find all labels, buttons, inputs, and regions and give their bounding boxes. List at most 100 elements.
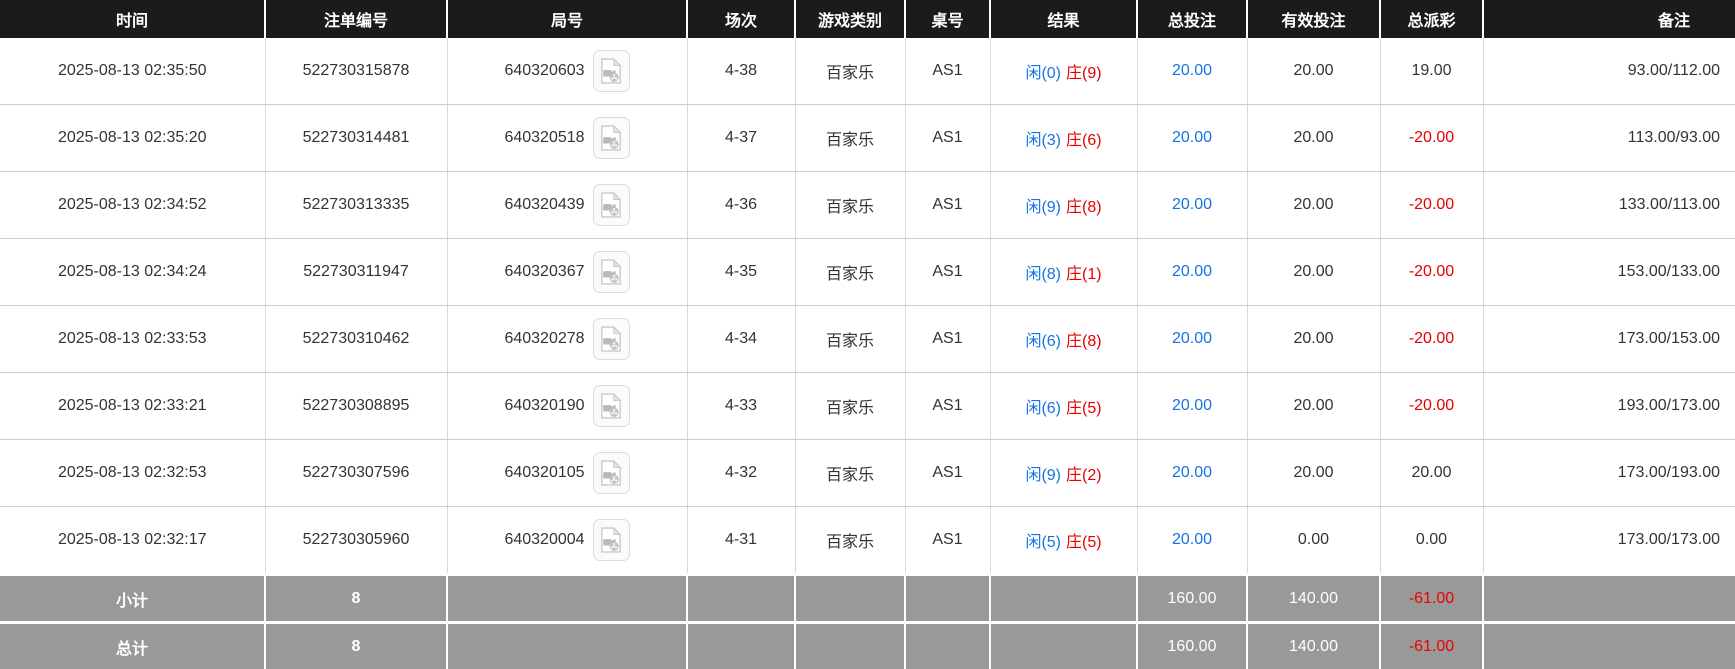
total-bet-link[interactable]: 20.00 xyxy=(1172,464,1212,481)
video-replay-button[interactable] xyxy=(593,519,630,561)
table-row: 2025-08-13 02:35:50 522730315878 6403206… xyxy=(0,38,1735,105)
video-replay-button[interactable] xyxy=(593,251,630,293)
header-result: 结果 xyxy=(990,0,1137,38)
cell-bet-number: 522730313335 xyxy=(265,172,447,239)
cell-valid-bet: 20.00 xyxy=(1247,306,1380,373)
game-number-text: 640320190 xyxy=(504,397,584,415)
total-bet-link[interactable]: 20.00 xyxy=(1172,129,1212,146)
video-file-icon xyxy=(600,58,622,84)
cell-time: 2025-08-13 02:34:52 xyxy=(0,172,265,239)
total-bet-link[interactable]: 20.00 xyxy=(1172,531,1212,548)
cell-total-bet: 20.00 xyxy=(1137,306,1247,373)
cell-session: 4-32 xyxy=(687,440,795,507)
result-player: 闲(9) xyxy=(1025,467,1061,484)
cell-valid-bet: 20.00 xyxy=(1247,38,1380,105)
subtotal-empty-cell xyxy=(990,575,1137,623)
result-banker: 庄(1) xyxy=(1066,266,1102,283)
cell-payout: 19.00 xyxy=(1380,38,1483,105)
total-bet-link[interactable]: 20.00 xyxy=(1172,196,1212,213)
cell-table-number: AS1 xyxy=(905,172,990,239)
header-game-type: 游戏类别 xyxy=(795,0,905,38)
video-replay-button[interactable] xyxy=(593,385,630,427)
cell-game-number: 640320518 xyxy=(447,105,687,172)
video-replay-button[interactable] xyxy=(593,452,630,494)
total-payout: -61.00 xyxy=(1380,623,1483,669)
header-payout: 总派彩 xyxy=(1380,0,1483,38)
total-bet-link[interactable]: 20.00 xyxy=(1172,330,1212,347)
cell-game-number: 640320278 xyxy=(447,306,687,373)
table-row: 2025-08-13 02:33:21 522730308895 6403201… xyxy=(0,373,1735,440)
result-banker: 庄(8) xyxy=(1066,199,1102,216)
total-bet-link[interactable]: 20.00 xyxy=(1172,62,1212,79)
cell-table-number: AS1 xyxy=(905,38,990,105)
header-game-number: 局号 xyxy=(447,0,687,38)
subtotal-empty-cell xyxy=(687,575,795,623)
total-empty-cell xyxy=(447,623,687,669)
cell-remark: 193.00/173.00 xyxy=(1483,373,1735,440)
cell-payout: -20.00 xyxy=(1380,306,1483,373)
total-bet-link[interactable]: 20.00 xyxy=(1172,397,1212,414)
header-session: 场次 xyxy=(687,0,795,38)
game-number-text: 640320004 xyxy=(504,531,584,549)
cell-total-bet: 20.00 xyxy=(1137,105,1247,172)
cell-game-number: 640320190 xyxy=(447,373,687,440)
cell-game-number: 640320004 xyxy=(447,507,687,575)
cell-bet-number: 522730311947 xyxy=(265,239,447,306)
cell-remark: 173.00/173.00 xyxy=(1483,507,1735,575)
video-replay-button[interactable] xyxy=(593,318,630,360)
total-row: 总计 8 160.00 140.00 -61.00 xyxy=(0,623,1735,669)
cell-result: 闲(8)庄(1) xyxy=(990,239,1137,306)
cell-time: 2025-08-13 02:34:24 xyxy=(0,239,265,306)
subtotal-empty-cell xyxy=(447,575,687,623)
video-replay-button[interactable] xyxy=(593,117,630,159)
cell-remark: 93.00/112.00 xyxy=(1483,38,1735,105)
cell-session: 4-38 xyxy=(687,38,795,105)
table-body: 2025-08-13 02:35:50 522730315878 6403206… xyxy=(0,38,1735,669)
cell-remark: 173.00/193.00 xyxy=(1483,440,1735,507)
table-row: 2025-08-13 02:34:52 522730313335 6403204… xyxy=(0,172,1735,239)
header-valid-bet: 有效投注 xyxy=(1247,0,1380,38)
result-banker: 庄(9) xyxy=(1066,65,1102,82)
table-row: 2025-08-13 02:34:24 522730311947 6403203… xyxy=(0,239,1735,306)
header-table-number: 桌号 xyxy=(905,0,990,38)
video-file-icon xyxy=(600,527,622,553)
cell-game-type: 百家乐 xyxy=(795,38,905,105)
cell-remark: 153.00/133.00 xyxy=(1483,239,1735,306)
total-bet-link[interactable]: 20.00 xyxy=(1172,263,1212,280)
result-player: 闲(6) xyxy=(1025,400,1061,417)
subtotal-payout: -61.00 xyxy=(1380,575,1483,623)
cell-session: 4-34 xyxy=(687,306,795,373)
cell-total-bet: 20.00 xyxy=(1137,172,1247,239)
header-total-bet: 总投注 xyxy=(1137,0,1247,38)
cell-game-number: 640320367 xyxy=(447,239,687,306)
cell-result: 闲(0)庄(9) xyxy=(990,38,1137,105)
cell-session: 4-33 xyxy=(687,373,795,440)
cell-game-type: 百家乐 xyxy=(795,105,905,172)
cell-total-bet: 20.00 xyxy=(1137,507,1247,575)
result-banker: 庄(5) xyxy=(1066,400,1102,417)
cell-total-bet: 20.00 xyxy=(1137,239,1247,306)
cell-bet-number: 522730308895 xyxy=(265,373,447,440)
cell-payout: 20.00 xyxy=(1380,440,1483,507)
cell-table-number: AS1 xyxy=(905,373,990,440)
video-replay-button[interactable] xyxy=(593,184,630,226)
cell-game-number: 640320603 xyxy=(447,38,687,105)
table-header: 时间 注单编号 局号 场次 游戏类别 桌号 结果 总投注 有效投注 总派彩 备注 xyxy=(0,0,1735,38)
cell-valid-bet: 20.00 xyxy=(1247,373,1380,440)
video-replay-button[interactable] xyxy=(593,50,630,92)
result-banker: 庄(8) xyxy=(1066,333,1102,350)
table-row: 2025-08-13 02:32:53 522730307596 6403201… xyxy=(0,440,1735,507)
game-number-text: 640320105 xyxy=(504,464,584,482)
video-file-icon xyxy=(600,393,622,419)
cell-time: 2025-08-13 02:35:50 xyxy=(0,38,265,105)
result-banker: 庄(6) xyxy=(1066,132,1102,149)
cell-game-type: 百家乐 xyxy=(795,172,905,239)
game-number-text: 640320603 xyxy=(504,62,584,80)
subtotal-empty-cell xyxy=(1483,575,1735,623)
cell-result: 闲(9)庄(2) xyxy=(990,440,1137,507)
cell-remark: 173.00/153.00 xyxy=(1483,306,1735,373)
cell-game-type: 百家乐 xyxy=(795,239,905,306)
cell-result: 闲(3)庄(6) xyxy=(990,105,1137,172)
cell-time: 2025-08-13 02:33:53 xyxy=(0,306,265,373)
cell-valid-bet: 20.00 xyxy=(1247,172,1380,239)
